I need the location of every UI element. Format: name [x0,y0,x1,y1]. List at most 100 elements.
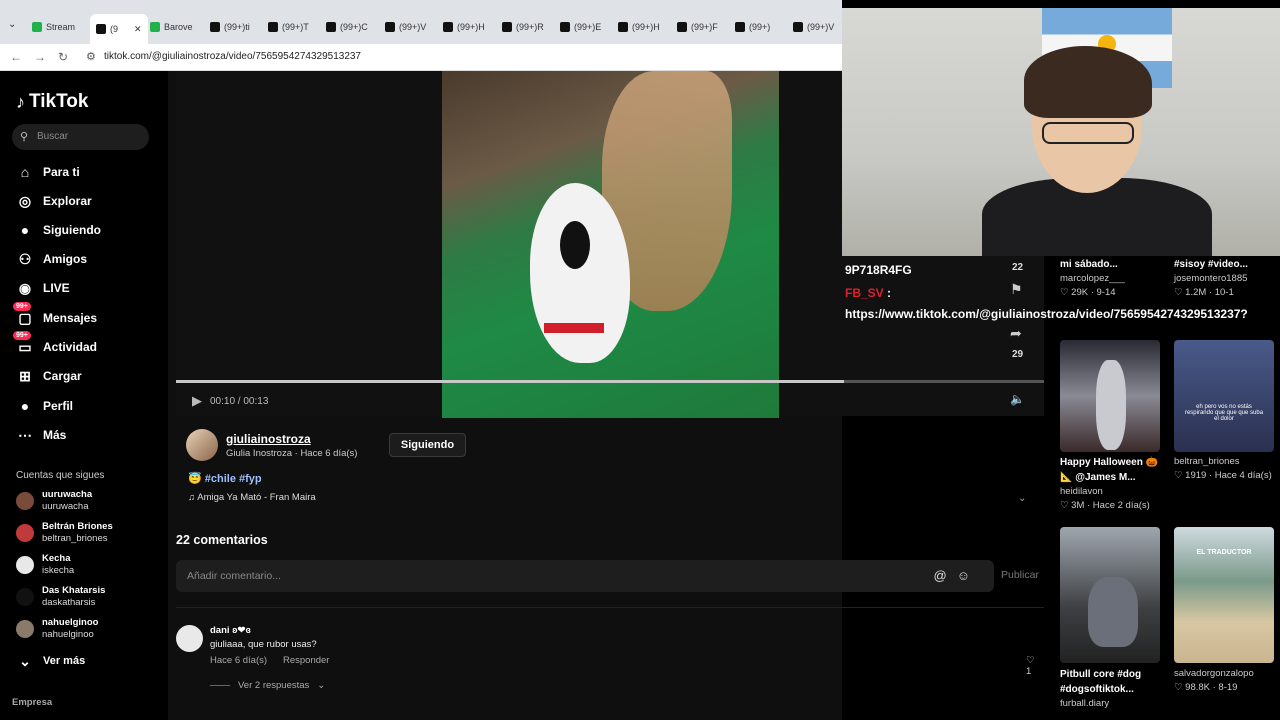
overlay-url: https://www.tiktok.com/@giuliainostroza/… [845,307,1248,321]
video-progress-bar[interactable] [176,380,1044,383]
suggested-thumb-6[interactable]: EL TRADUCTOR [1174,527,1274,663]
reload-icon[interactable]: ↻ [58,50,68,64]
chevron-down-icon: ⌄ [317,680,326,691]
comment-avatar[interactable] [176,625,203,652]
suggested-3[interactable]: Happy Halloween 🎃 📐 @James M... heidilav… [1060,455,1160,513]
sidebar-item-cargar[interactable]: ⊞ Cargar [16,364,82,388]
chevron-down-icon: ⌄ [19,652,31,669]
browser-tab[interactable]: (99+)T [268,16,309,38]
suggested-thumb-5[interactable] [1060,527,1160,663]
browser-tab[interactable]: (99+)ti [210,16,250,38]
hashtags[interactable]: #chile #fyp [205,473,262,485]
mention-emoji-icons[interactable]: @☺ [934,560,980,592]
comments-divider [176,607,1044,608]
share-icon[interactable]: ➦ [1010,325,1022,342]
suggested-5[interactable]: Pitbull core #dog #dogsoftiktok... furba… [1060,667,1160,711]
sidebar-item-amigos[interactable]: ⚇ Amigos [16,247,87,271]
video-frame[interactable] [442,71,779,418]
browser-tab[interactable]: (99+)C [326,16,368,38]
footer-empresa-link[interactable]: Empresa [12,697,52,708]
tab-favicon-icon [268,22,278,32]
browser-tab[interactable]: (99+)F [677,16,718,38]
video-print-ear [560,221,590,269]
followed-account[interactable]: nahuelginoo nahuelginoo [16,615,98,643]
browser-tab[interactable]: (99+)V [793,16,834,38]
followed-account[interactable]: Kecha iskecha [16,551,74,579]
back-icon[interactable]: ← [10,50,22,64]
sidebar-item-label: Mensajes [43,311,98,325]
tab-label: (99+)V [399,22,427,32]
upload-icon: ⊞ [19,367,31,384]
suggested-user: salvadorgonzalopo [1174,668,1254,679]
suggested-thumb-3[interactable] [1060,340,1160,452]
tiktok-logo[interactable]: ♪ TikTok [16,91,88,113]
followed-account[interactable]: Beltrán Briones beltran_briones [16,519,113,547]
comment-like[interactable]: ♡ 1 [1026,655,1035,677]
sidebar-item-explorar[interactable]: ◎ Explorar [16,189,92,213]
browser-tab[interactable]: (99+)V [385,16,426,38]
url-text[interactable]: tiktok.com/@giuliainostroza/video/756595… [104,51,361,62]
forward-icon[interactable]: → [34,50,46,64]
tab-dropdown-icon[interactable]: ⌄ [8,19,16,30]
account-name: nahuelginoo [42,617,99,628]
sidebar-item-mensajes[interactable]: ▢ 99+ Mensajes [13,302,98,330]
site-info-icon[interactable]: ⚙ [86,50,96,63]
browser-tab[interactable]: Barove [150,16,193,38]
comment-like-count: 1 [1026,666,1032,677]
browser-tab[interactable]: (9 ✕ [90,14,148,44]
volume-icon[interactable]: 🔈 [1010,392,1025,406]
search-input[interactable]: ⚲ Buscar [12,124,149,150]
account-handle: iskecha [42,565,75,576]
followed-account[interactable]: Das Khatarsis daskatharsis [16,583,105,611]
browser-tab[interactable]: Stream [32,16,75,38]
sidebar-item-actividad[interactable]: ▭ 99+ Actividad [13,331,97,359]
account-handle: uuruwacha [42,501,89,512]
play-icon[interactable]: ▶ [192,393,202,409]
author-avatar[interactable] [186,429,218,461]
sidebar: ♪ TikTok ⚲ Buscar ⌂ Para ti ◎ Explorar ● Sigu… [0,71,168,720]
bookmark-icon[interactable]: ⚑ [1010,281,1023,298]
see-more-button[interactable]: ⌄ Ver más [16,649,85,673]
tab-label: Stream [46,22,76,32]
sidebar-item-perfil[interactable]: ● Perfil [16,394,73,418]
browser-tab[interactable]: (99+)R [502,16,544,38]
tab-favicon-icon [210,22,220,32]
reply-button[interactable]: Responder [283,655,329,666]
tab-favicon-icon [150,22,160,32]
tab-favicon-icon [793,22,803,32]
comment-input[interactable]: Añadir comentario... @☺ [176,560,994,592]
suggested-6[interactable]: salvadorgonzalopo ♡ 98.8K · 8-19 [1174,667,1274,695]
view-replies-button[interactable]: Ver 2 respuestas ⌄ [210,680,325,691]
browser-tab-bar: ⌄ Stream (9 ✕ Barove (99+)ti (99+)T (99+)C (99+… [0,0,842,44]
tab-close-icon[interactable]: ✕ [134,24,142,35]
browser-tab[interactable]: (99+) [735,16,770,38]
overlay-user: FB_SV [845,286,884,300]
browser-tab[interactable]: (99+)E [560,16,601,38]
thumb-caption: EL TRADUCTOR [1196,549,1252,556]
following-button[interactable]: Siguiendo [389,433,466,457]
suggested-2[interactable]: #sisoy #video... josemontero1885 ♡ 1.2M … [1174,257,1274,300]
browser-tab[interactable]: (99+)H [618,16,660,38]
suggested-1[interactable]: mi sábado... marcolopez___ ♡ 29K · 9-14 [1060,257,1160,300]
song-link[interactable]: ♫ Amiga Ya Mató - Fran Maira [188,492,316,503]
side-count-top: 22 [1012,262,1024,273]
video-tags: 😇 #chile #fyp [188,472,262,485]
sidebar-item-para-ti[interactable]: ⌂ Para ti [16,160,80,184]
tab-favicon-icon [502,22,512,32]
more-icon: ⋯ [18,426,32,443]
tab-label: (99+)H [457,22,485,32]
author-username[interactable]: giuliainostroza [226,432,357,446]
browser-tab[interactable]: (99+)H [443,16,485,38]
tab-label: (99+)R [516,22,544,32]
avatar [16,588,34,606]
suggested-thumb-4[interactable]: eh pero vos no estás respirando que que … [1174,340,1274,452]
sidebar-item-live[interactable]: ◉ LIVE [16,276,70,300]
expand-chevron-icon[interactable]: ⌄ [1018,493,1026,504]
following-section-title: Cuentas que sigues [16,470,105,481]
sidebar-item-siguiendo[interactable]: ● Siguiendo [16,218,101,242]
publish-button[interactable]: Publicar [1001,569,1039,581]
sidebar-item-más[interactable]: ⋯ Más [16,423,66,447]
comment-username[interactable]: dani ʚ❤ɞ [210,625,251,636]
followed-account[interactable]: uuruwacha uuruwacha [16,487,92,515]
suggested-4[interactable]: beltran_briones ♡ 1919 · Hace 4 día(s) [1174,455,1274,483]
